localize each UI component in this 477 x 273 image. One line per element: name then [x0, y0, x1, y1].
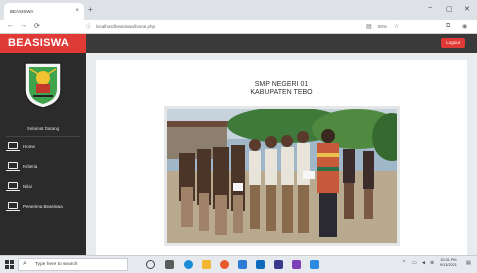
brand-title: BEASISWA: [8, 37, 70, 49]
close-window-icon[interactable]: ✕: [464, 5, 470, 13]
tab-close-icon[interactable]: ×: [75, 8, 79, 14]
language-icon[interactable]: ⊕: [430, 260, 434, 266]
sidebar-item-label: Home: [23, 144, 36, 149]
windows-taskbar: ⌕ Type here to search ^ ▭ ◄ ⊕ 10:31 PM 9…: [0, 255, 477, 273]
laptop-icon: [6, 182, 20, 191]
taskbar-clock[interactable]: 10:31 PM 9/13/2021: [440, 258, 457, 268]
cortana-icon[interactable]: [146, 260, 155, 269]
vscode-icon[interactable]: [274, 260, 283, 269]
sidebar-item-home[interactable]: Home: [6, 141, 82, 153]
sidebar-item-nilai[interactable]: Nilai: [6, 181, 82, 193]
taskbar-search-box[interactable]: ⌕ Type here to search: [18, 258, 128, 271]
network-icon[interactable]: ▭: [412, 260, 417, 266]
welcome-text: Selamat Datang: [26, 126, 60, 131]
sidebar-item-label: Nilai: [23, 184, 32, 189]
reload-icon[interactable]: ⟳: [34, 22, 40, 30]
school-logo: [24, 62, 62, 109]
search-icon: ⌕: [23, 260, 27, 267]
forward-icon[interactable]: →: [20, 22, 27, 29]
maximize-icon[interactable]: ▢: [446, 5, 453, 13]
tab-strip: BEASISWA × + − ▢ ✕: [0, 0, 477, 20]
laptop-icon: [6, 202, 20, 211]
reader-icon[interactable]: ▤: [366, 23, 372, 30]
edge-browser-icon[interactable]: [184, 260, 193, 269]
store-icon[interactable]: [238, 260, 247, 269]
brand-header[interactable]: BEASISWA: [0, 34, 86, 53]
browser-window: BEASISWA × + − ▢ ✕ ← → ⟳ ⓘ localhost/bea…: [0, 0, 477, 273]
laptop-icon: [6, 162, 20, 171]
school-heading: SMP NEGERI 01 KABUPATEN TEBO: [96, 81, 467, 97]
back-icon[interactable]: ←: [7, 22, 14, 29]
browser-tab[interactable]: BEASISWA ×: [4, 3, 84, 20]
sidebar-item-label: Kriteria: [23, 164, 38, 169]
zoom-level[interactable]: 80%: [378, 24, 387, 29]
visual-studio-icon[interactable]: [292, 260, 301, 269]
windows-start-icon[interactable]: [5, 260, 14, 269]
mail-icon[interactable]: [256, 260, 265, 269]
task-view-icon[interactable]: [165, 260, 174, 269]
url-field[interactable]: localhost/beasiswa/home.php: [96, 24, 155, 29]
sidebar-divider: [6, 136, 80, 137]
notification-icon[interactable]: ▤: [466, 260, 471, 266]
clock-date: 9/13/2021: [440, 263, 457, 267]
collections-icon[interactable]: ⧉: [446, 23, 450, 30]
address-bar: ← → ⟳ ⓘ localhost/beasiswa/home.php ▤ 80…: [0, 20, 477, 34]
logout-button[interactable]: Logout: [441, 38, 465, 48]
volume-icon[interactable]: ◄: [421, 260, 426, 266]
file-explorer-icon[interactable]: [202, 260, 211, 269]
word-icon[interactable]: [310, 260, 319, 269]
school-name: SMP NEGERI 01: [254, 81, 309, 88]
sidebar: BEASISWA Selamat Datang Home Kriteria Ni…: [0, 34, 86, 255]
main-content: SMP NEGERI 01 KABUPATEN TEBO: [96, 60, 467, 255]
school-photo-frame: [164, 106, 400, 246]
laptop-icon: [6, 142, 20, 151]
profile-icon[interactable]: ◉: [462, 23, 467, 30]
tab-title: BEASISWA: [10, 9, 34, 14]
top-navbar: Logout: [86, 34, 477, 53]
new-tab-button[interactable]: +: [88, 5, 93, 14]
sidebar-item-penerima-beasiswa[interactable]: Penerima Beasiswa: [6, 201, 82, 213]
sidebar-item-kriteria[interactable]: Kriteria: [6, 161, 82, 173]
school-region: KABUPATEN TEBO: [250, 89, 313, 96]
favorite-star-icon[interactable]: ☆: [394, 23, 399, 30]
minimize-icon[interactable]: −: [428, 5, 432, 12]
app-viewport: BEASISWA Selamat Datang Home Kriteria Ni…: [0, 34, 477, 255]
app-icon-orange[interactable]: [220, 260, 229, 269]
school-photo: [167, 109, 397, 243]
site-info-icon[interactable]: ⓘ: [86, 23, 91, 30]
taskbar-search-placeholder: Type here to search: [35, 262, 78, 267]
sidebar-item-label: Penerima Beasiswa: [23, 204, 63, 209]
tray-chevron-icon[interactable]: ^: [403, 260, 405, 266]
